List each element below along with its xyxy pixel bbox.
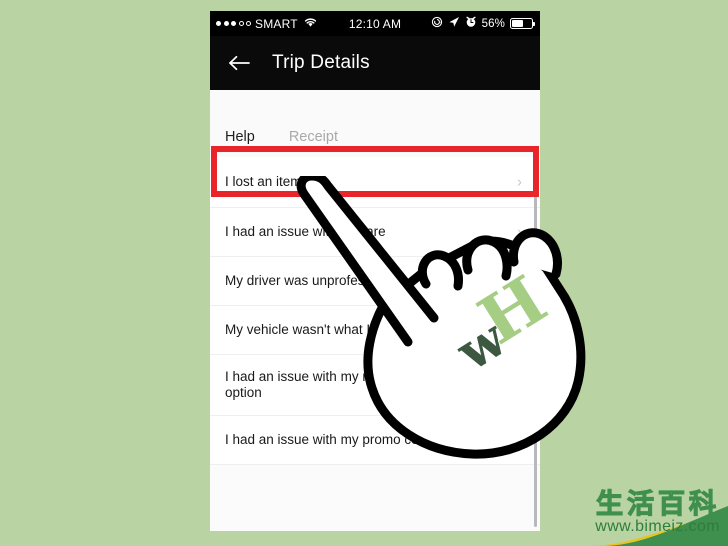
page-title: Trip Details: [272, 52, 370, 73]
list-item-label: My driver was unprofessional: [225, 273, 400, 288]
chevron-right-icon: ›: [517, 376, 522, 394]
list-item-promo-code-issue[interactable]: I had an issue with my promo code ›: [210, 416, 540, 465]
list-item-label: My vehicle wasn't what I expected: [225, 322, 429, 337]
watermark-url: www.bimeiz.com: [595, 518, 720, 535]
list-item-driver-unprofessional[interactable]: My driver was unprofessional ›: [210, 257, 540, 306]
back-arrow-icon[interactable]: [226, 50, 252, 76]
list-scrollbar[interactable]: [534, 159, 537, 527]
chevron-right-icon: ›: [517, 272, 522, 290]
watermark: 生活百科 www.bimeiz.com: [548, 486, 728, 546]
chevron-right-icon: ›: [517, 223, 522, 241]
watermark-characters: 生活百科: [595, 489, 720, 520]
list-item-lost-item[interactable]: I lost an item ›: [210, 157, 540, 208]
list-item-vehicle-mismatch[interactable]: My vehicle wasn't what I expected ›: [210, 306, 540, 355]
list-item-label: I had an issue with my fare: [225, 224, 386, 239]
list-item-receipt-payment-issue[interactable]: I had an issue with my receipt or paymen…: [210, 355, 540, 416]
list-item-label: I had an issue with my receipt or paymen…: [225, 369, 475, 400]
rotation-lock-icon: [431, 16, 443, 31]
alarm-clock-icon: [465, 16, 477, 31]
location-arrow-icon: [448, 16, 460, 31]
battery-icon: [510, 18, 535, 29]
battery-percent-label: 56%: [481, 17, 505, 30]
list-item-label: I lost an item: [225, 174, 302, 189]
help-topics-list[interactable]: I lost an item › I had an issue with my …: [210, 157, 540, 531]
nav-bar: Trip Details: [210, 36, 540, 90]
tab-receipt[interactable]: Receipt: [289, 129, 338, 157]
list-item-fare-issue[interactable]: I had an issue with my fare ›: [210, 208, 540, 257]
phone-screen: SMART 12:10 AM 56% Trip Details Help Rec…: [210, 11, 540, 531]
tab-bar: Help Receipt: [210, 90, 540, 158]
tab-help[interactable]: Help: [225, 129, 255, 157]
status-bar-right: 56%: [431, 16, 535, 31]
chevron-right-icon: ›: [517, 321, 522, 339]
list-item-label: I had an issue with my promo code: [225, 432, 434, 447]
list-bottom-spacer: [210, 465, 540, 525]
chevron-right-icon: ›: [517, 173, 522, 191]
chevron-right-icon: ›: [517, 431, 522, 449]
status-bar: SMART 12:10 AM 56%: [210, 11, 540, 36]
